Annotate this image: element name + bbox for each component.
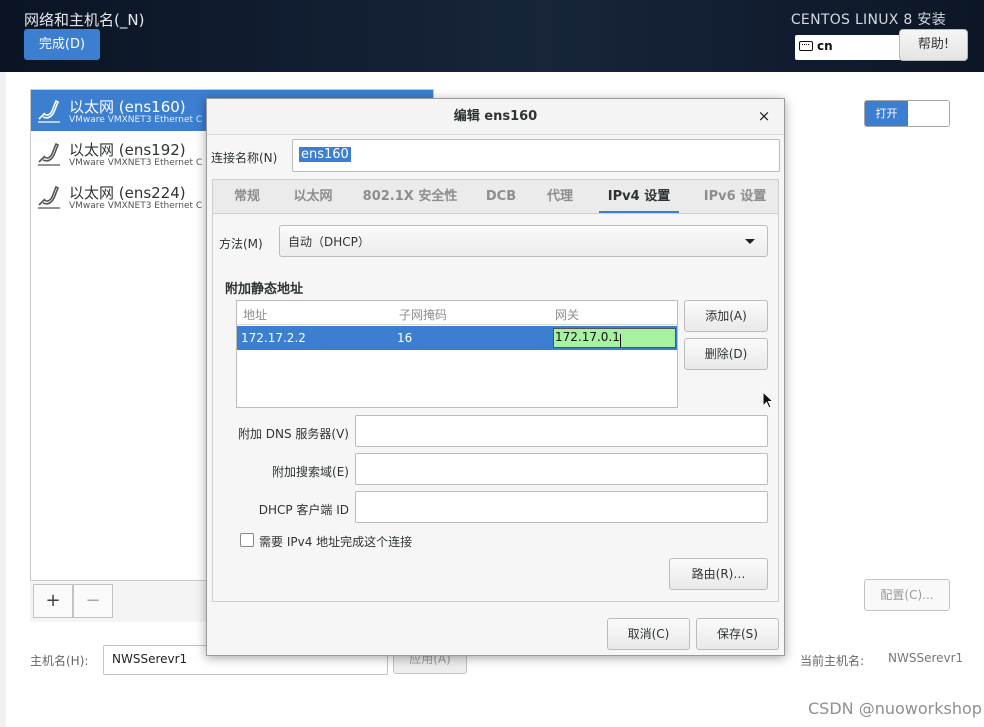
dns-servers-input[interactable] bbox=[355, 415, 768, 447]
dialog-title: 编辑 ens160 bbox=[207, 99, 784, 135]
close-icon[interactable]: × bbox=[754, 106, 774, 126]
tab-ipv4-settings[interactable]: IPv4 设置 bbox=[599, 180, 679, 214]
delete-address-button[interactable]: 删除(D) bbox=[684, 338, 768, 370]
tab-dcb[interactable]: DCB bbox=[483, 180, 519, 214]
tab-ethernet[interactable]: 以太网 bbox=[287, 180, 339, 214]
current-hostname-value: NWSSerevr1 bbox=[888, 651, 964, 665]
dns-servers-label: 附加 DNS 服务器(V) bbox=[237, 427, 349, 441]
device-name: 以太网 (ens160) bbox=[69, 98, 186, 116]
keyboard-layout-label: cn bbox=[817, 39, 833, 53]
method-label: 方法(M) bbox=[219, 237, 263, 251]
device-description: VMware VMXNET3 Ethernet C bbox=[69, 158, 203, 168]
table-row[interactable]: 172.17.2.2 16 172.17.0.1 bbox=[237, 326, 677, 350]
done-button[interactable]: 完成(D) bbox=[24, 29, 100, 60]
cancel-button[interactable]: 取消(C) bbox=[607, 618, 690, 650]
remove-device-button[interactable]: − bbox=[73, 584, 113, 618]
dhcp-client-id-input[interactable] bbox=[355, 491, 768, 523]
tab-ipv6-settings[interactable]: IPv6 设置 bbox=[695, 180, 775, 214]
gateway-edit-field[interactable]: 172.17.0.1 bbox=[553, 328, 676, 348]
connection-name-input[interactable]: ens160 bbox=[292, 139, 780, 172]
edit-connection-dialog: 编辑 ens160 × 连接名称(N) ens160 常规 以太网 802.1X… bbox=[206, 98, 785, 656]
page-title: 网络和主机名(_N) bbox=[24, 11, 145, 29]
column-header-netmask[interactable]: 子网掩码 bbox=[399, 306, 447, 323]
settings-tabs: 常规 以太网 802.1X 安全性 DCB 代理 IPv4 设置 IPv6 设置 bbox=[212, 179, 779, 214]
search-domains-label: 附加搜索域(E) bbox=[272, 465, 349, 479]
tab-8021x-security[interactable]: 802.1X 安全性 bbox=[361, 180, 459, 214]
static-addresses-title: 附加静态地址 bbox=[225, 282, 304, 297]
top-header: 网络和主机名(_N) 完成(D) CENTOS LINUX 8 安装 cn 帮助… bbox=[0, 0, 984, 72]
tab-proxy[interactable]: 代理 bbox=[543, 180, 577, 214]
ethernet-icon bbox=[36, 141, 62, 167]
cell-gateway: 172.17.0.1 bbox=[555, 330, 620, 344]
dhcp-client-id-label: DHCP 客户端 ID bbox=[258, 503, 349, 517]
static-addresses-table: 地址 子网掩码 网关 172.17.2.2 16 172.17.0.1 bbox=[236, 300, 678, 408]
device-name: 以太网 (ens224) bbox=[69, 184, 186, 202]
connection-name-value: ens160 bbox=[299, 147, 351, 162]
routes-button[interactable]: 路由(R)… bbox=[669, 558, 768, 590]
method-value: 自动（DHCP） bbox=[288, 235, 370, 249]
table-header: 地址 子网掩码 网关 bbox=[237, 301, 677, 325]
current-hostname-label: 当前主机名: bbox=[800, 654, 865, 668]
toggle-on-label: 打开 bbox=[865, 101, 908, 126]
mouse-cursor-icon bbox=[762, 390, 776, 411]
text-caret bbox=[619, 334, 621, 347]
connection-name-label: 连接名称(N) bbox=[211, 151, 278, 165]
require-ipv4-label: 需要 IPv4 地址完成这个连接 bbox=[259, 535, 413, 549]
add-address-button[interactable]: 添加(A) bbox=[684, 300, 768, 332]
dropdown-arrow-icon bbox=[745, 239, 755, 244]
help-button[interactable]: 帮助! bbox=[899, 29, 968, 61]
device-name: 以太网 (ens192) bbox=[69, 141, 186, 159]
ethernet-icon bbox=[36, 184, 62, 210]
keyboard-icon bbox=[799, 41, 813, 51]
device-description: VMware VMXNET3 Ethernet C bbox=[69, 201, 203, 211]
watermark: CSDN @nuoworkshop bbox=[808, 699, 982, 718]
require-ipv4-checkbox[interactable] bbox=[240, 533, 254, 547]
save-button[interactable]: 保存(S) bbox=[696, 618, 779, 650]
column-header-gateway[interactable]: 网关 bbox=[555, 306, 579, 323]
keyboard-layout-indicator[interactable]: cn bbox=[795, 35, 903, 60]
method-select[interactable]: 自动（DHCP） bbox=[279, 225, 768, 257]
device-description: VMware VMXNET3 Ethernet C bbox=[69, 115, 203, 125]
search-domains-input[interactable] bbox=[355, 453, 768, 485]
hostname-label: 主机名(H): bbox=[30, 654, 89, 668]
tab-general[interactable]: 常规 bbox=[225, 180, 269, 214]
product-title: CENTOS LINUX 8 安装 bbox=[790, 12, 946, 28]
add-device-button[interactable]: + bbox=[33, 584, 73, 618]
device-power-toggle[interactable]: 打开 bbox=[864, 100, 950, 127]
cell-netmask[interactable]: 16 bbox=[397, 331, 412, 345]
cell-address[interactable]: 172.17.2.2 bbox=[241, 331, 306, 345]
column-header-address[interactable]: 地址 bbox=[243, 306, 267, 323]
ethernet-icon bbox=[36, 98, 62, 124]
configure-button[interactable]: 配置(C)... bbox=[864, 579, 950, 611]
